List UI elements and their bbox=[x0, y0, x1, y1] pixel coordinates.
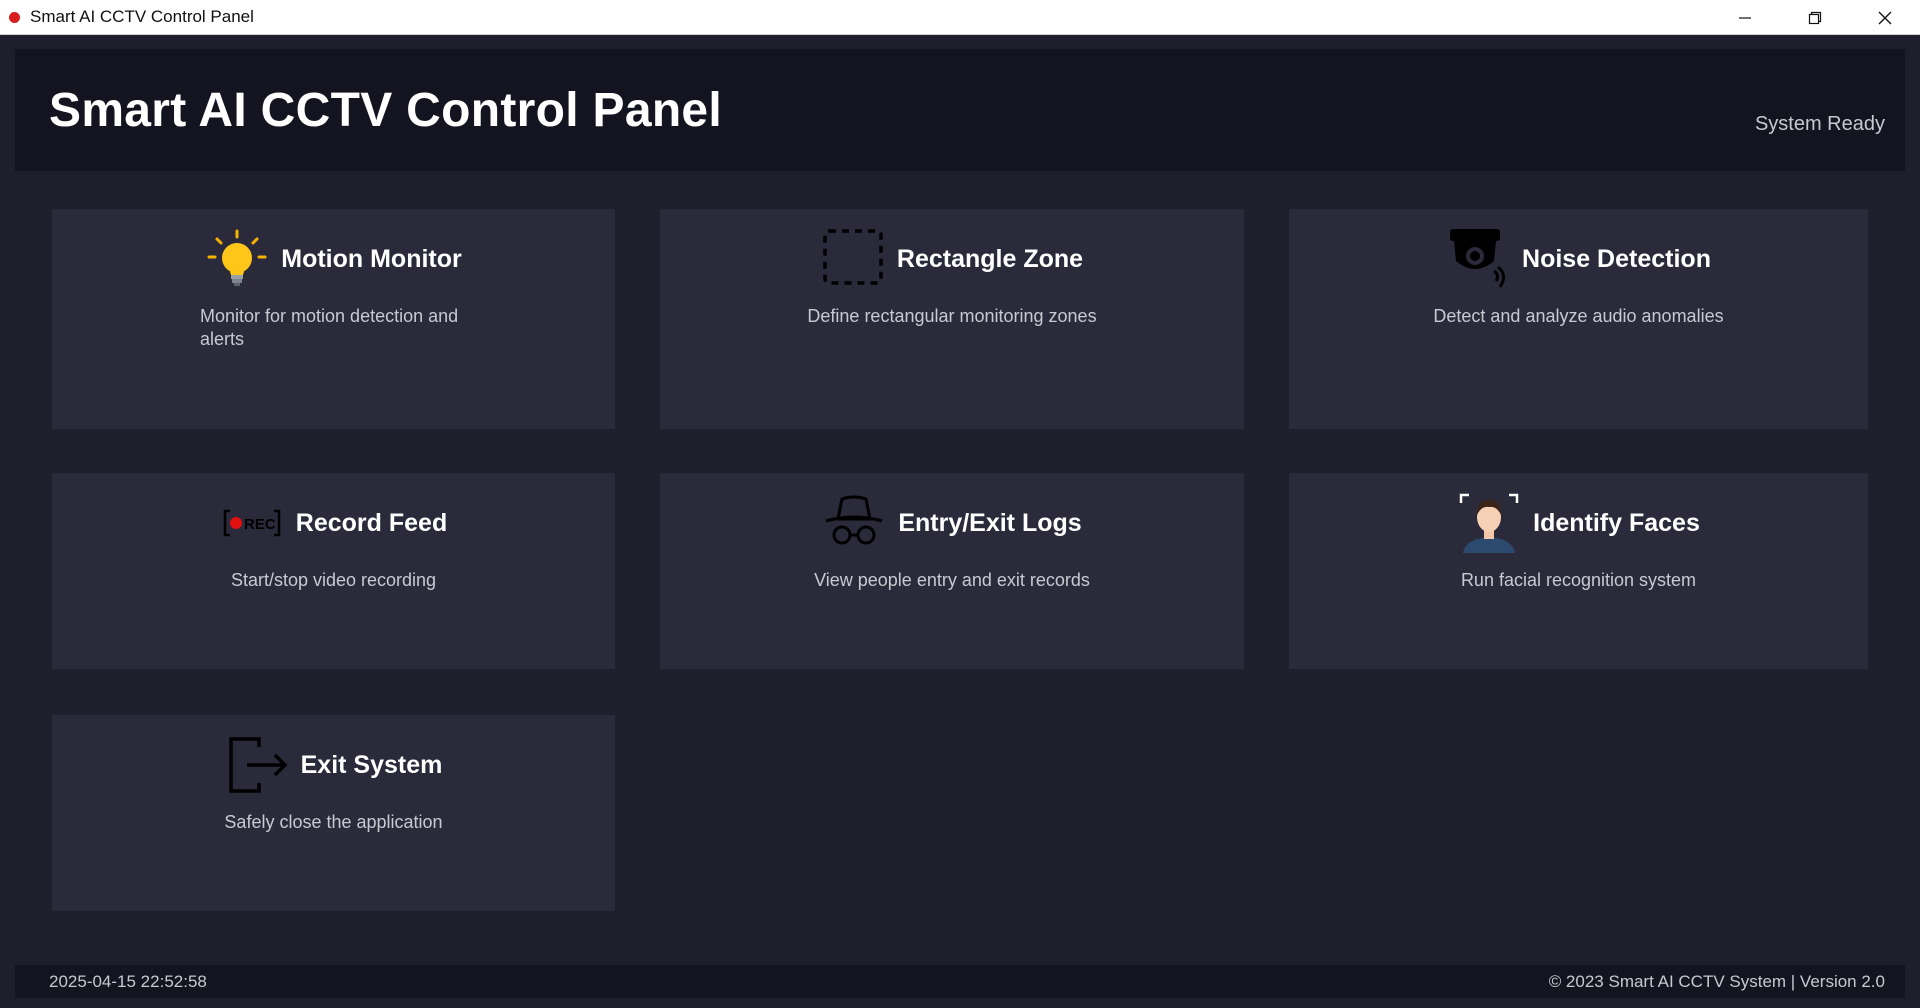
footer-copyright: © 2023 Smart AI CCTV System | Version 2.… bbox=[1548, 972, 1885, 991]
card-description: View people entry and exit records bbox=[814, 570, 1090, 590]
rec-icon: REC bbox=[220, 491, 284, 555]
card-title: Noise Detection bbox=[1522, 244, 1711, 273]
incognito-icon bbox=[822, 491, 886, 555]
svg-text:REC: REC bbox=[244, 516, 276, 533]
dashed-rectangle-icon bbox=[821, 227, 885, 291]
exit-icon bbox=[225, 733, 289, 797]
card-title: Rectangle Zone bbox=[896, 244, 1084, 273]
card-description: Detect and analyze audio anomalies bbox=[1433, 306, 1724, 326]
window-title: Smart AI CCTV Control Panel bbox=[30, 7, 254, 26]
close-button[interactable] bbox=[1850, 0, 1920, 35]
card-description: Safely close the application bbox=[224, 812, 443, 832]
card-header: Motion Monitor bbox=[52, 227, 615, 291]
record-feed-card[interactable]: REC Record Feed Start/stop video recordi… bbox=[52, 473, 615, 669]
rectangle-zone-card[interactable]: Rectangle Zone Define rectangular monito… bbox=[660, 209, 1244, 429]
card-title: Exit System bbox=[300, 750, 443, 779]
window-titlebar: Smart AI CCTV Control Panel bbox=[0, 0, 1920, 35]
card-title: Record Feed bbox=[295, 508, 448, 537]
lightbulb-icon bbox=[205, 227, 269, 291]
restore-button[interactable] bbox=[1780, 0, 1850, 35]
close-icon bbox=[1878, 11, 1892, 24]
main-window: Smart AI CCTV Control Panel System Ready bbox=[0, 35, 1920, 1008]
card-description: Run facial recognition system bbox=[1460, 570, 1697, 590]
card-header: Noise Detection bbox=[1289, 227, 1868, 291]
window-controls bbox=[1710, 0, 1920, 35]
footer-bar: 2025-04-15 22:52:58 © 2023 Smart AI CCTV… bbox=[15, 965, 1905, 998]
security-camera-icon bbox=[1446, 227, 1510, 291]
page-title: Smart AI CCTV Control Panel bbox=[49, 84, 723, 137]
footer-timestamp: 2025-04-15 22:52:58 bbox=[49, 972, 207, 991]
card-header: Exit System bbox=[52, 733, 615, 797]
card-title: Motion Monitor bbox=[281, 244, 462, 273]
card-title: Identify Faces bbox=[1533, 508, 1700, 537]
app-record-icon bbox=[9, 11, 20, 23]
card-description: Start/stop video recording bbox=[230, 570, 437, 590]
card-header: Identify Faces bbox=[1289, 491, 1868, 555]
exit-system-card[interactable]: Exit System Safely close the application bbox=[52, 715, 615, 911]
card-header: REC Record Feed bbox=[52, 491, 615, 555]
card-description: Monitor for motion detection and alerts bbox=[200, 306, 459, 349]
entry-exit-logs-card[interactable]: Entry/Exit Logs View people entry and ex… bbox=[660, 473, 1244, 669]
card-header: Rectangle Zone bbox=[660, 227, 1244, 291]
card-header: Entry/Exit Logs bbox=[660, 491, 1244, 555]
restore-icon bbox=[1808, 11, 1822, 24]
header-bar: Smart AI CCTV Control Panel System Ready bbox=[15, 49, 1905, 171]
face-scan-icon bbox=[1457, 491, 1521, 555]
noise-detection-card[interactable]: Noise Detection Detect and analyze audio… bbox=[1289, 209, 1868, 429]
card-title: Entry/Exit Logs bbox=[898, 508, 1082, 537]
minimize-button[interactable] bbox=[1710, 0, 1780, 35]
minimize-icon bbox=[1739, 16, 1751, 19]
motion-monitor-card[interactable]: Motion Monitor Monitor for motion detect… bbox=[52, 209, 615, 429]
identify-faces-card[interactable]: Identify Faces Run facial recognition sy… bbox=[1289, 473, 1868, 669]
system-status: System Ready bbox=[1754, 113, 1885, 135]
card-description: Define rectangular monitoring zones bbox=[807, 306, 1097, 326]
